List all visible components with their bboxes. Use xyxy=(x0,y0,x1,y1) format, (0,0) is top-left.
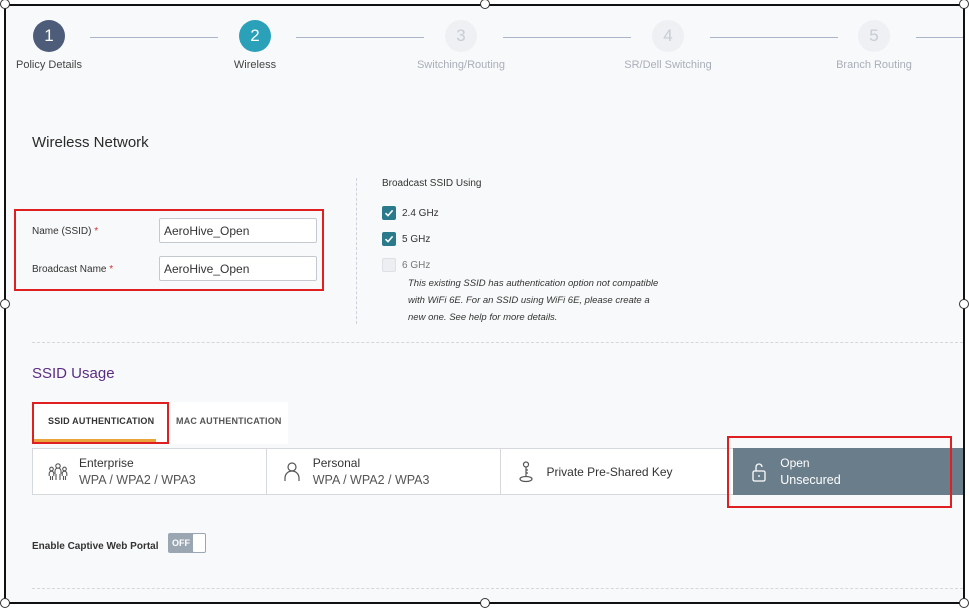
step-switching-routing[interactable]: 3 Switching/Routing xyxy=(401,20,521,71)
captive-portal-label: Enable Captive Web Portal xyxy=(32,541,159,552)
auth-option-ppsk[interactable]: Private Pre-Shared Key xyxy=(499,448,735,495)
step-label: Wireless xyxy=(233,59,277,71)
vertical-divider xyxy=(356,178,357,324)
key-icon xyxy=(513,460,539,484)
wifi6e-compat-note: This existing SSID has authentication op… xyxy=(408,278,659,323)
auth-option-subtitle: WPA / WPA2 / WPA3 xyxy=(312,473,430,487)
step-sr-dell-switching[interactable]: 4 SR/Dell Switching xyxy=(608,20,728,71)
band-6ghz: 6 GHz xyxy=(382,258,430,272)
step-number: 2 xyxy=(239,20,271,52)
band-label: 2.4 GHz xyxy=(402,207,439,219)
auth-option-text: Enterprise WPA / WPA2 / WPA3 xyxy=(79,456,196,487)
step-label: SR/Dell Switching xyxy=(624,59,712,71)
person-icon xyxy=(279,461,305,483)
band-label: 6 GHz xyxy=(402,259,431,271)
enterprise-users-icon xyxy=(45,461,71,483)
highlight-box-open-option xyxy=(727,436,952,508)
auth-option-personal[interactable]: Personal WPA / WPA2 / WPA3 xyxy=(265,448,501,495)
resize-handle xyxy=(480,598,490,608)
auth-option-text: Private Pre-Shared Key xyxy=(547,465,673,479)
resize-handle xyxy=(0,299,10,309)
section-divider xyxy=(32,342,963,343)
band-5ghz[interactable]: 5 GHz xyxy=(382,232,430,246)
auth-option-subtitle: WPA / WPA2 / WPA3 xyxy=(79,473,196,487)
step-branch-routing[interactable]: 5 Branch Routing xyxy=(814,20,934,71)
step-policy-details[interactable]: 1 Policy Details xyxy=(6,20,109,71)
auth-option-title: Enterprise xyxy=(79,456,134,470)
highlight-box-name-fields xyxy=(14,209,324,291)
resize-handle xyxy=(959,299,969,309)
resize-handle xyxy=(959,598,969,608)
step-label: Switching/Routing xyxy=(416,59,506,71)
band-label: 5 GHz xyxy=(402,233,431,245)
resize-handle xyxy=(959,0,969,9)
section-divider xyxy=(32,588,963,589)
ssid-usage-title: SSID Usage xyxy=(32,365,115,382)
auth-option-title: Personal xyxy=(312,456,361,470)
checkbox-checked-icon[interactable] xyxy=(382,206,396,220)
highlight-box-ssid-auth-tab xyxy=(32,402,169,444)
step-number: 5 xyxy=(858,20,890,52)
step-number: 3 xyxy=(445,20,477,52)
step-number: 1 xyxy=(33,20,65,52)
policy-wizard: 1 Policy Details 2 Wireless 3 Switching/… xyxy=(4,4,965,604)
auth-option-text: Personal WPA / WPA2 / WPA3 xyxy=(313,456,430,487)
step-wireless[interactable]: 2 Wireless xyxy=(195,20,315,71)
toggle-knob xyxy=(193,534,205,552)
broadcast-ssid-using-label: Broadcast SSID Using xyxy=(382,178,482,189)
checkbox-checked-icon[interactable] xyxy=(382,232,396,246)
band-2-4ghz[interactable]: 2.4 GHz xyxy=(382,206,439,220)
tab-mac-authentication[interactable]: MAC AUTHENTICATION xyxy=(176,416,282,426)
captive-portal-toggle[interactable]: OFF xyxy=(168,533,206,553)
auth-option-title: Private Pre-Shared Key xyxy=(546,464,673,479)
checkbox-disabled-icon xyxy=(382,258,396,272)
step-number: 4 xyxy=(652,20,684,52)
toggle-state-text: OFF xyxy=(172,538,190,548)
step-label: Branch Routing xyxy=(836,59,912,71)
auth-option-enterprise[interactable]: Enterprise WPA / WPA2 / WPA3 xyxy=(32,448,267,495)
resize-handle xyxy=(0,598,10,608)
step-label: Policy Details xyxy=(15,59,83,71)
wireless-network-title: Wireless Network xyxy=(32,134,149,151)
